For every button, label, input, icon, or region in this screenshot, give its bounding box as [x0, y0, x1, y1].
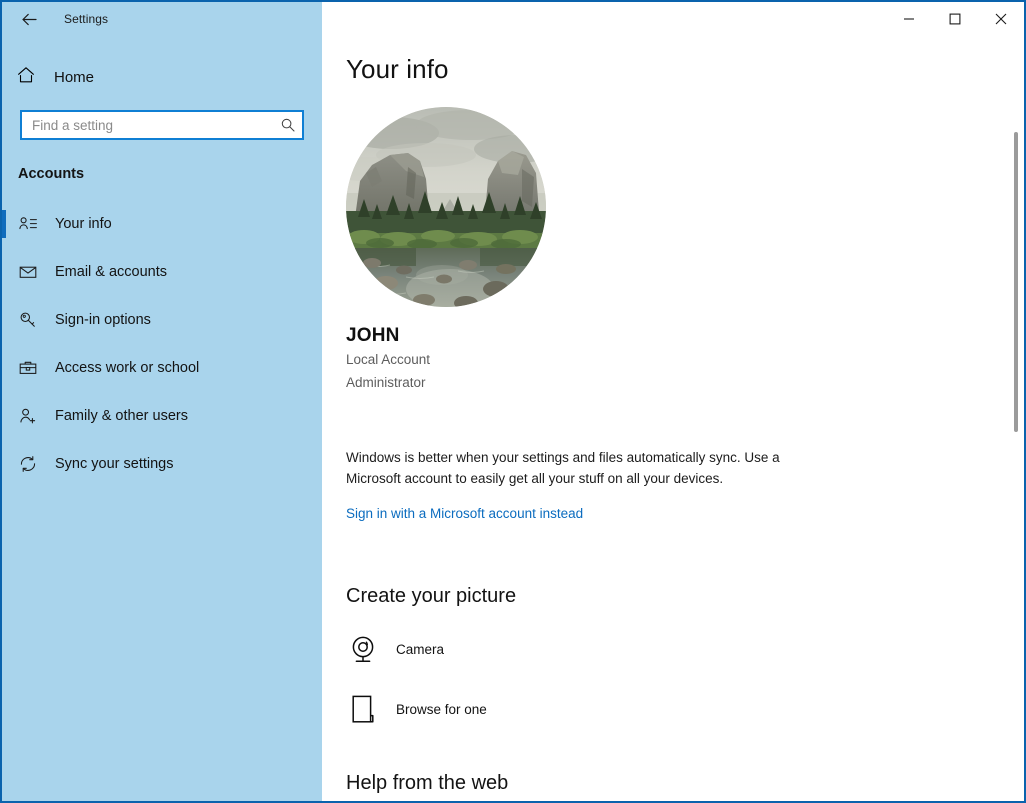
sign-in-microsoft-link[interactable]: Sign in with a Microsoft account instead [346, 506, 583, 521]
settings-window: Settings Home Accounts [0, 0, 1026, 803]
account-type: Local Account [346, 352, 431, 367]
camera-option-label: Camera [396, 642, 445, 658]
vertical-scrollbar[interactable] [1010, 36, 1022, 801]
account-name: JOHN [346, 325, 400, 346]
envelope-icon [18, 262, 38, 282]
browse-option[interactable]: Browse for one [346, 692, 1024, 728]
document-icon [346, 692, 380, 728]
sidebar-section-header: Accounts [18, 166, 85, 182]
sidebar: Settings Home Accounts [2, 2, 322, 801]
sidebar-item-email-accounts[interactable]: Email & accounts [2, 248, 322, 296]
sidebar-item-home-label: Home [54, 68, 95, 86]
sidebar-item-home[interactable]: Home [2, 62, 322, 92]
sidebar-item-label: Sync your settings [55, 456, 174, 472]
create-picture-heading: Create your picture [346, 584, 517, 607]
maximize-button[interactable] [932, 2, 978, 36]
minimize-button[interactable] [886, 2, 932, 36]
sidebar-item-label: Access work or school [55, 360, 200, 376]
briefcase-icon [18, 358, 38, 378]
sidebar-item-label: Email & accounts [55, 264, 168, 280]
main-content: Your info JOHN Local Account Administrat… [322, 2, 1024, 801]
search-box[interactable] [20, 110, 304, 140]
sidebar-titlebar: Settings [2, 2, 322, 36]
user-card-icon [18, 214, 38, 234]
avatar[interactable] [346, 107, 546, 307]
scrollbar-thumb[interactable] [1014, 132, 1018, 432]
app-title: Settings [64, 12, 109, 26]
sync-description: Windows is better when your settings and… [346, 450, 780, 487]
search-icon [280, 117, 296, 133]
home-icon [16, 65, 36, 90]
sync-icon [18, 454, 38, 474]
sidebar-item-sync-your-settings[interactable]: Sync your settings [2, 440, 322, 488]
help-heading: Help from the web [346, 771, 509, 794]
sidebar-item-label: Family & other users [55, 408, 188, 424]
key-icon [18, 310, 38, 330]
close-button[interactable] [978, 2, 1024, 36]
webcam-icon [346, 632, 380, 668]
page-title: Your info [346, 54, 449, 84]
sidebar-item-label: Your info [55, 216, 112, 232]
search-input[interactable] [32, 117, 280, 133]
browse-option-label: Browse for one [396, 702, 487, 718]
content-area: Your info JOHN Local Account Administrat… [322, 2, 1024, 795]
sidebar-item-access-work-or-school[interactable]: Access work or school [2, 344, 322, 392]
camera-option[interactable]: Camera [346, 632, 1024, 668]
window-controls [886, 2, 1024, 36]
sidebar-item-your-info[interactable]: Your info [2, 200, 322, 248]
sidebar-item-family-other-users[interactable]: Family & other users [2, 392, 322, 440]
sidebar-nav-list: Your info Email & accounts Sign-in optio… [2, 200, 322, 488]
sidebar-item-sign-in-options[interactable]: Sign-in options [2, 296, 322, 344]
person-add-icon [18, 406, 38, 426]
back-button[interactable] [16, 6, 42, 32]
account-role: Administrator [346, 374, 426, 390]
sidebar-item-label: Sign-in options [55, 312, 151, 328]
